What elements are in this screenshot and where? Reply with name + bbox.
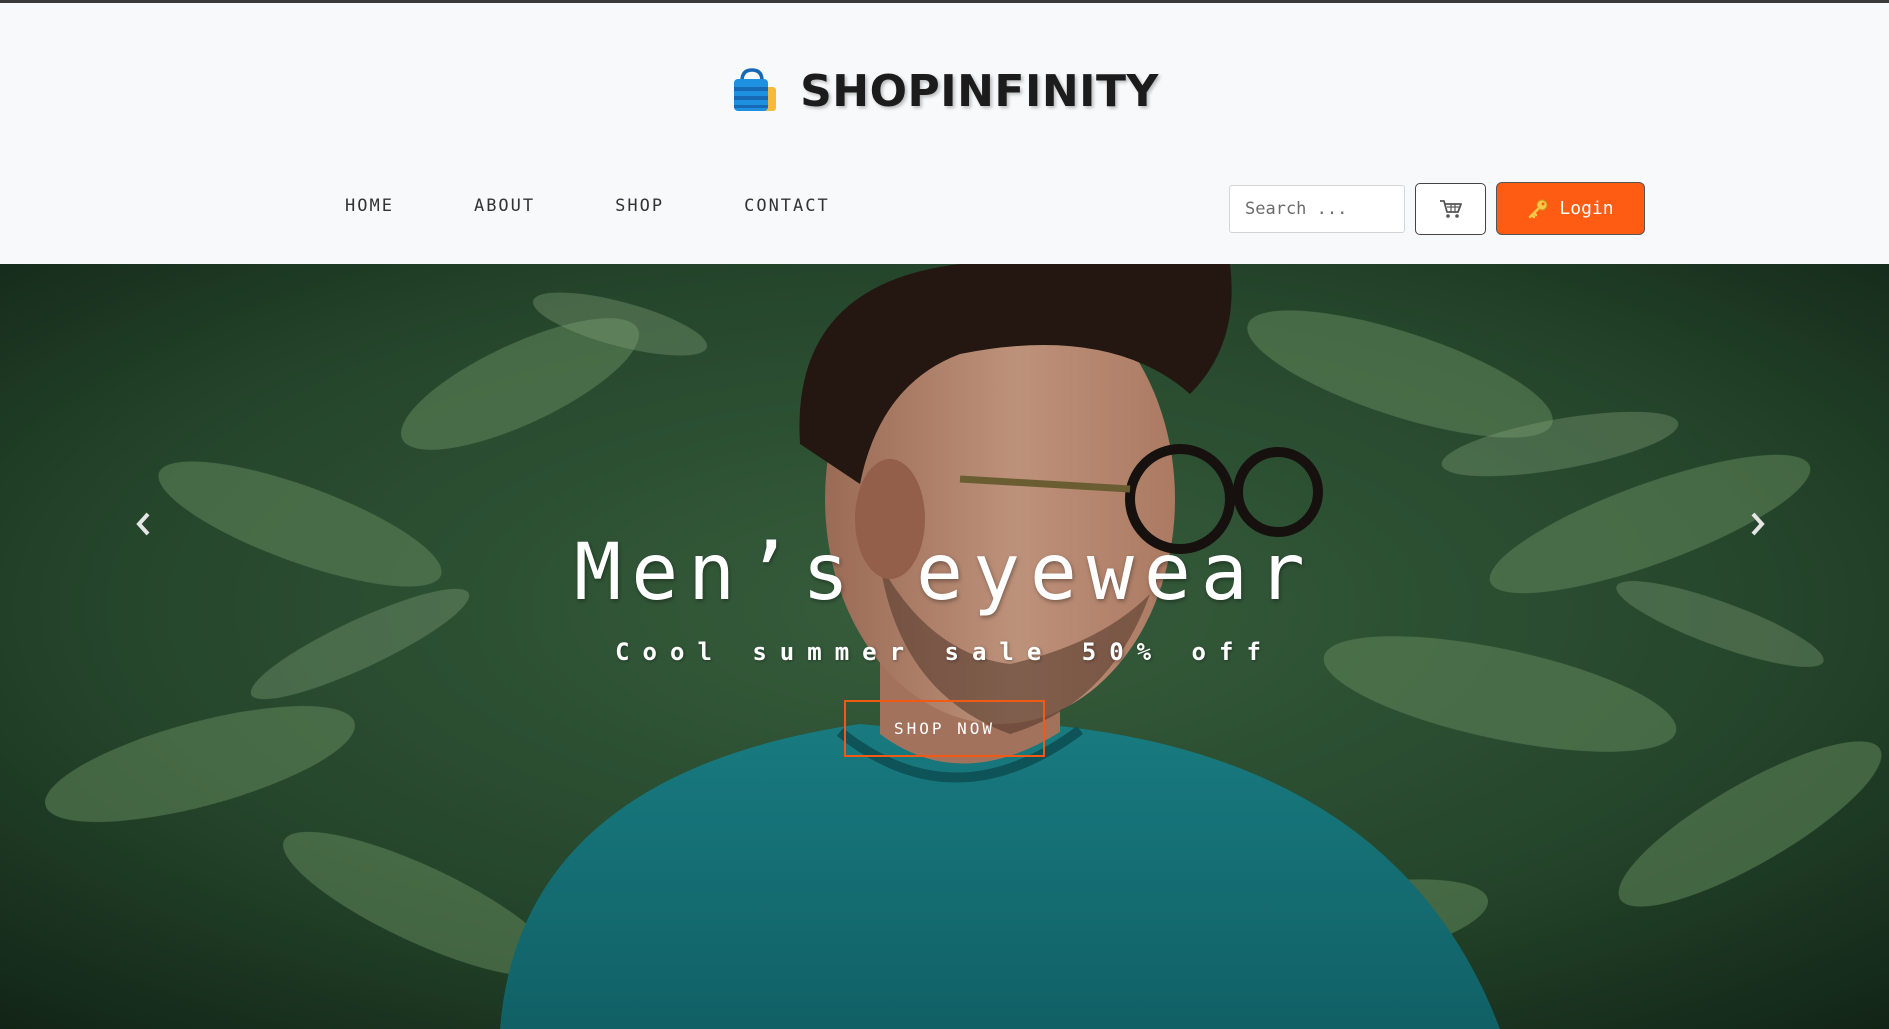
- nav-home[interactable]: HOME: [345, 196, 394, 216]
- hero-title: Men’s eyewear: [574, 528, 1315, 618]
- brand-name: SHOPINFINITY: [800, 65, 1159, 117]
- hero-subtitle: Cool summer sale 50% off: [615, 638, 1274, 666]
- hero-caption: Men’s eyewear Cool summer sale 50% off S…: [0, 534, 1889, 757]
- nav-about[interactable]: ABOUT: [474, 196, 535, 216]
- nav-contact[interactable]: CONTACT: [744, 196, 830, 216]
- login-label: Login: [1559, 198, 1614, 219]
- hero-carousel: Men’s eyewear Cool summer sale 50% off S…: [0, 264, 1889, 1029]
- brand[interactable]: SHOPINFINITY: [0, 65, 1889, 117]
- site-header: SHOPINFINITY HOME ABOUT SHOP CONTACT Sea…: [0, 3, 1889, 264]
- cart-button[interactable]: [1415, 182, 1486, 235]
- login-button[interactable]: Login: [1496, 182, 1645, 235]
- shop-now-button[interactable]: SHOP NOW: [844, 700, 1045, 757]
- search-input[interactable]: [1229, 184, 1405, 233]
- key-icon: [1529, 199, 1548, 218]
- header-tools: Login: [1229, 182, 1645, 235]
- nav-shop[interactable]: SHOP: [615, 196, 664, 216]
- shopping-bag-icon: [734, 68, 777, 111]
- shopping-cart-icon: [1439, 199, 1462, 218]
- main-nav: HOME ABOUT SHOP CONTACT: [345, 196, 910, 216]
